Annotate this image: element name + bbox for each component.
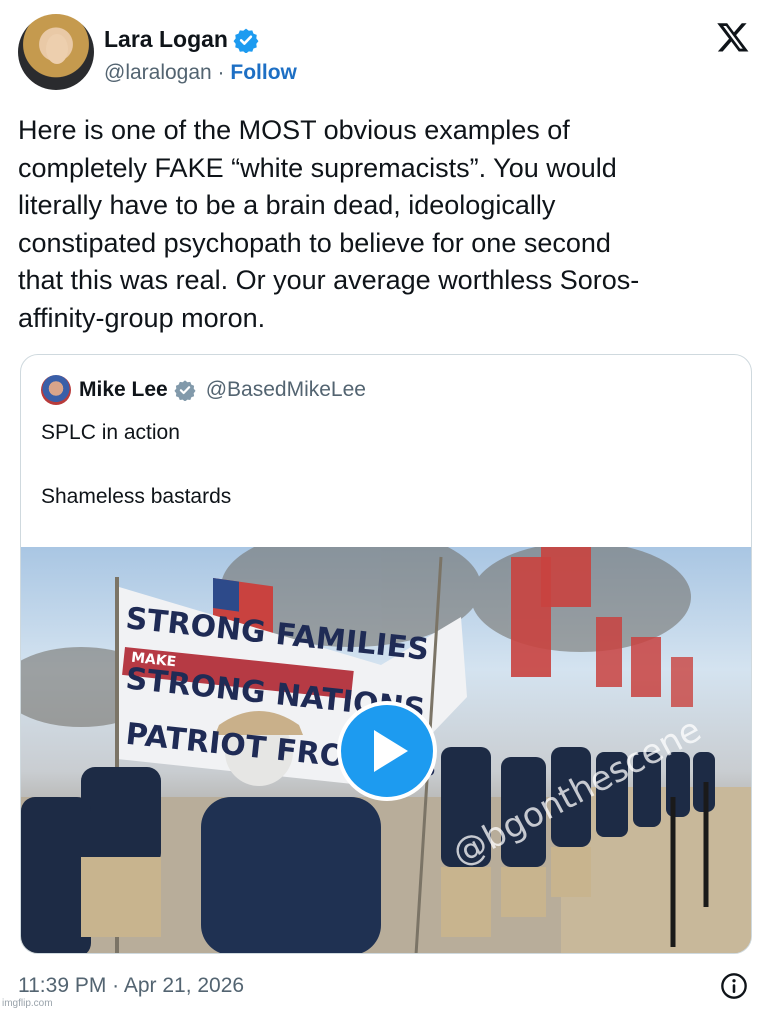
quoted-video-media[interactable]: STRONG FAMILIES MAKE STRONG NATIONS PATR…: [21, 547, 751, 953]
author-handle-row: @laralogan · Follow: [104, 61, 297, 85]
tweet-text: Here is one of the MOST obvious examples…: [18, 115, 640, 333]
verified-badge-icon: [233, 28, 259, 53]
play-icon: [374, 730, 408, 772]
author-handle[interactable]: @laralogan: [104, 61, 212, 84]
x-logo-icon[interactable]: [716, 20, 750, 54]
tweet-timestamp[interactable]: 11:39 PM · Apr 21, 2026: [18, 974, 244, 998]
imgflip-credit: imgflip.com: [2, 998, 53, 1009]
quoted-author-avatar[interactable]: [41, 375, 71, 405]
quoted-author-handle[interactable]: @BasedMikeLee: [206, 378, 366, 402]
quoted-verified-badge-icon: [174, 380, 196, 401]
handle-separator: ·: [211, 61, 231, 84]
quoted-tweet-text: SPLC in action Shameless bastards: [41, 421, 232, 508]
author-display-name[interactable]: Lara Logan: [104, 26, 228, 53]
play-button[interactable]: [337, 701, 437, 801]
quoted-author-name[interactable]: Mike Lee: [79, 378, 168, 402]
tweet-header: Lara Logan @laralogan · Follow: [18, 14, 750, 94]
author-avatar[interactable]: [18, 14, 94, 90]
author-name-row: Lara Logan: [104, 26, 259, 53]
follow-button[interactable]: Follow: [230, 61, 297, 84]
quoted-tweet-header: Mike Lee @BasedMikeLee: [41, 375, 366, 405]
quoted-tweet-card[interactable]: Mike Lee @BasedMikeLee SPLC in action Sh…: [20, 354, 752, 954]
info-icon[interactable]: [720, 972, 748, 1000]
